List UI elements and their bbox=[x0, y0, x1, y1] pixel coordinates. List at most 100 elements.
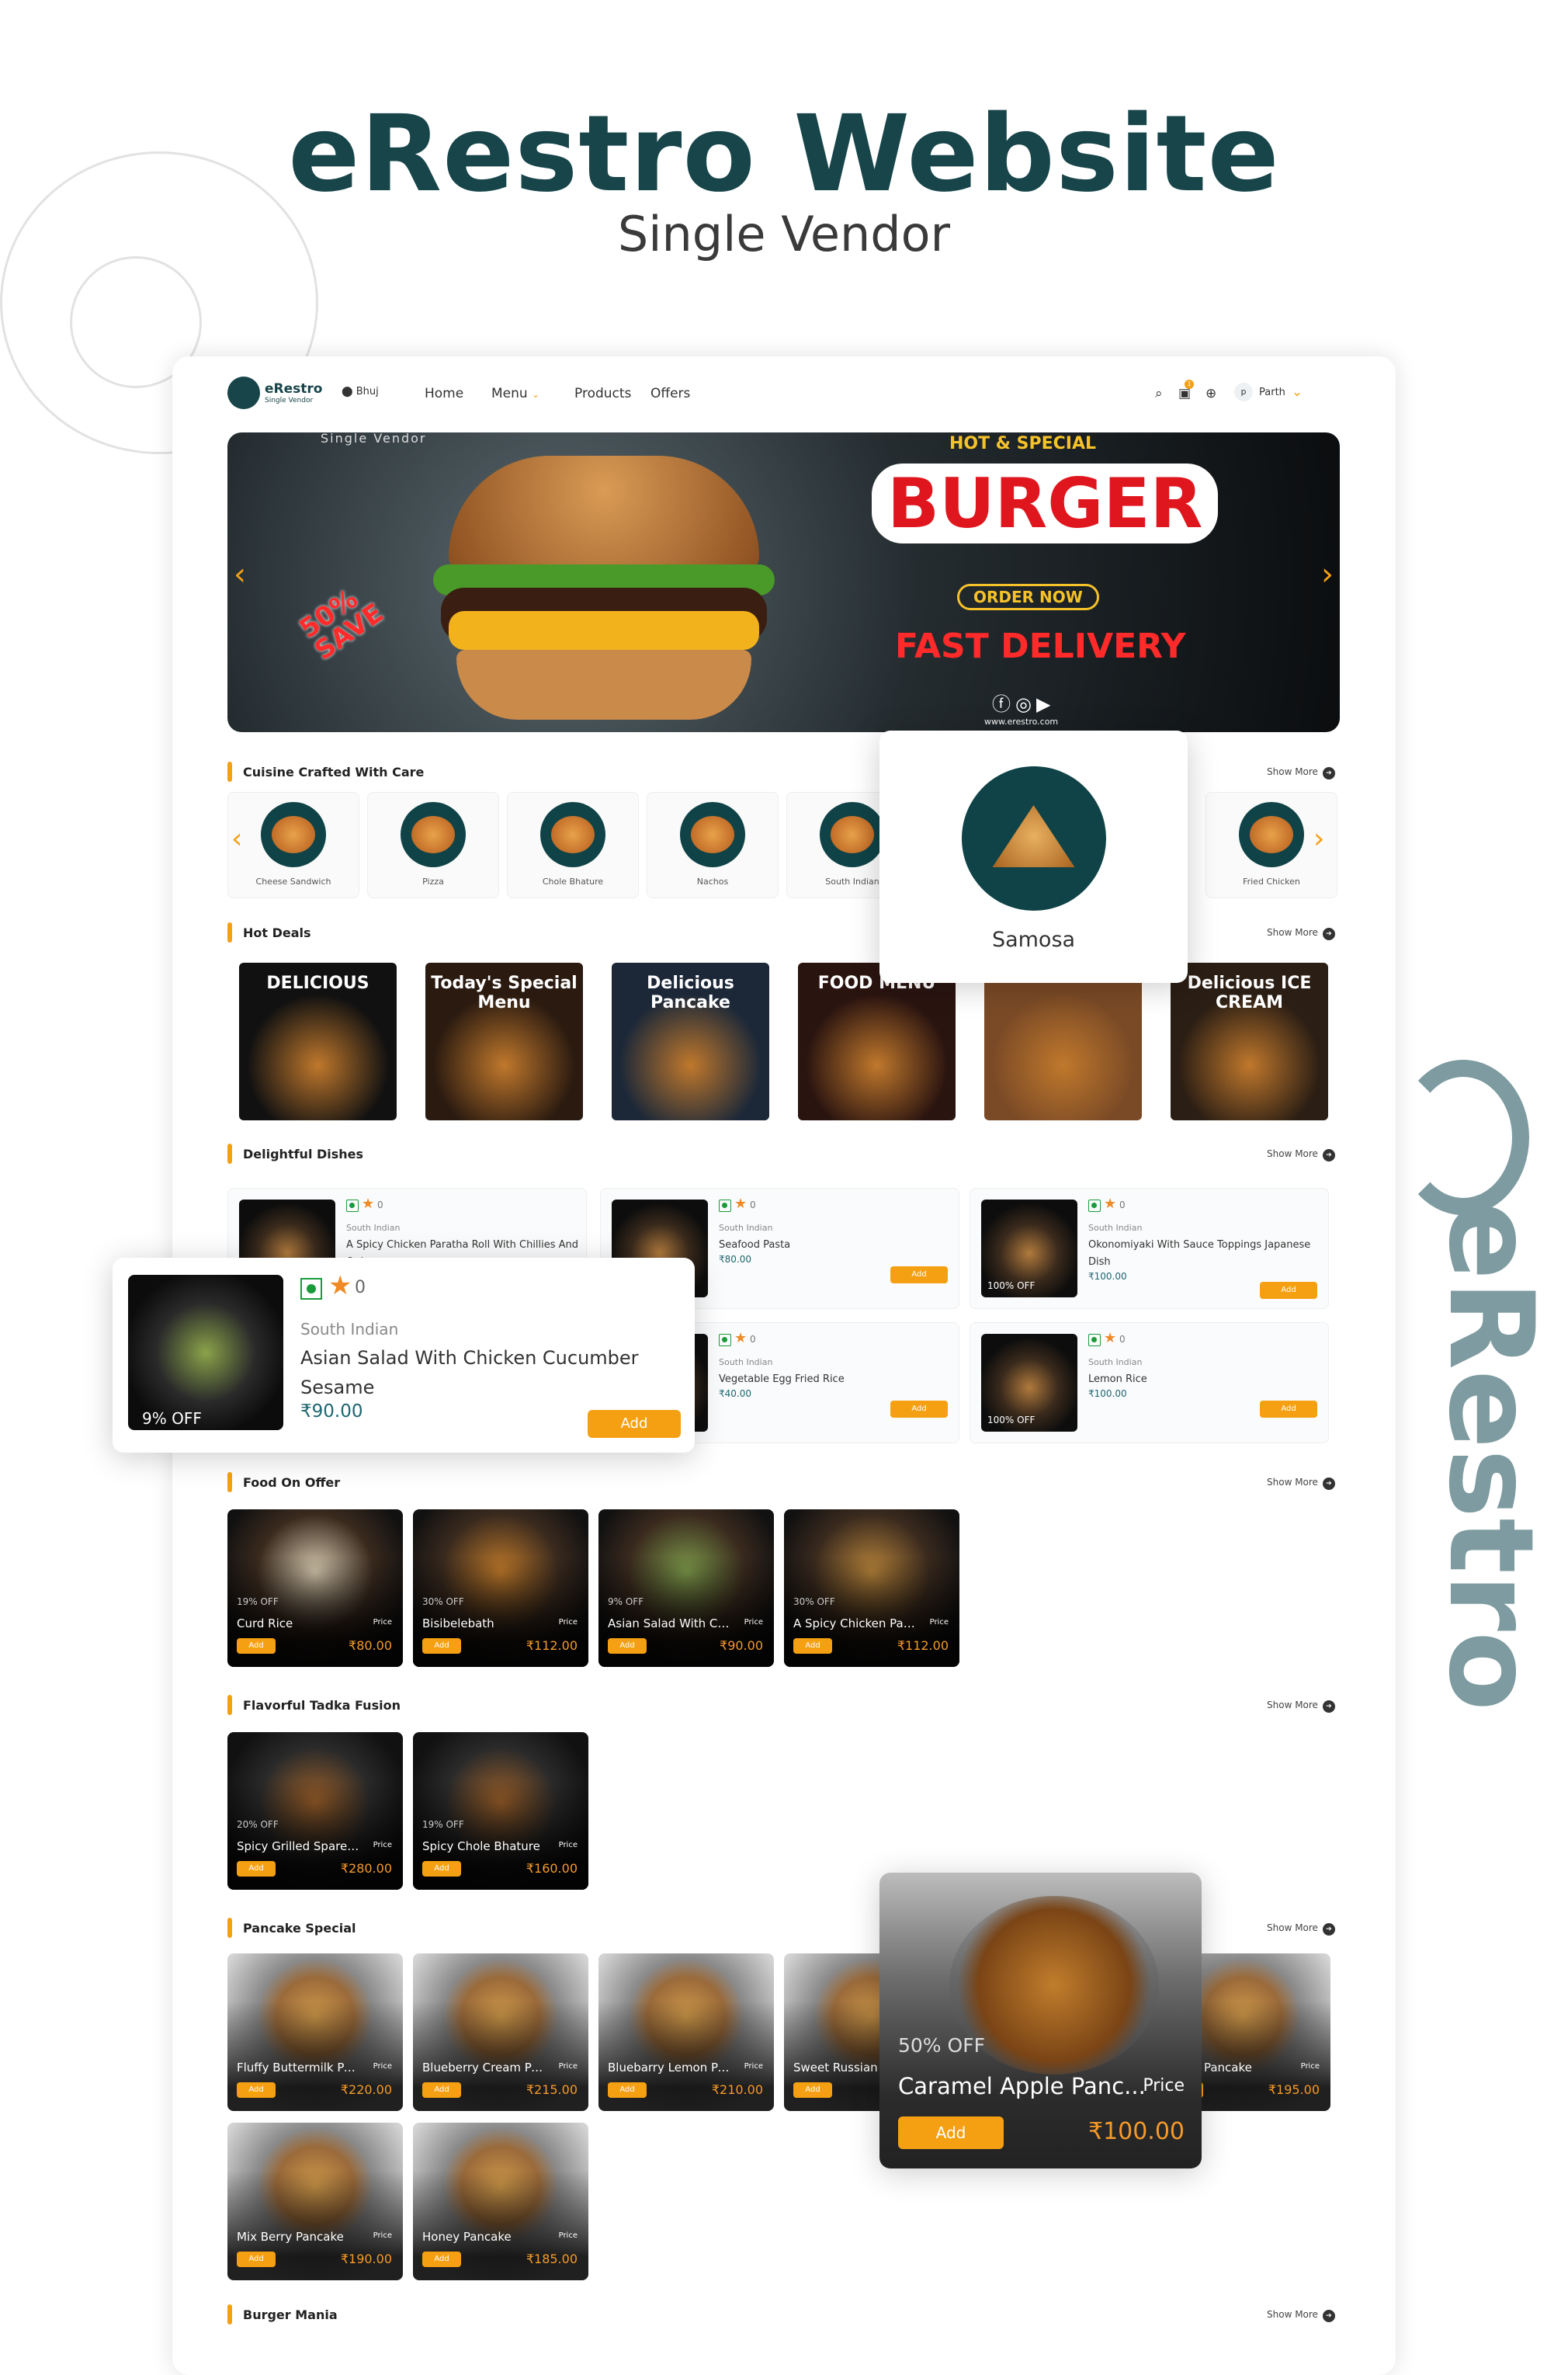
pancake-popup[interactable]: 50% OFF Caramel Apple Panc... Price Add … bbox=[879, 1873, 1202, 2168]
social-icons: ⓕ◎▶ bbox=[992, 693, 1056, 715]
nav-home[interactable]: Home bbox=[425, 386, 463, 401]
banner-prev-arrow[interactable]: ‹ bbox=[234, 557, 246, 592]
dish-card[interactable]: 100% OFF ★ 0 South Indian Okonomiyaki Wi… bbox=[970, 1188, 1329, 1309]
nav-offers[interactable]: Offers bbox=[650, 386, 690, 401]
add-button[interactable]: Add bbox=[890, 1266, 948, 1283]
category-card[interactable]: Pizza bbox=[367, 792, 499, 898]
dish-popup[interactable]: 9% OFF ★ 0 South Indian Asian Salad With… bbox=[113, 1258, 695, 1453]
banner-next-arrow[interactable]: › bbox=[1321, 557, 1334, 592]
show-more-burger[interactable]: Show More bbox=[1267, 2309, 1335, 2322]
hot-deal-banner[interactable]: Delicious Pancake bbox=[612, 963, 769, 1120]
category-label: Fried Chicken bbox=[1243, 877, 1300, 887]
add-button[interactable]: Add bbox=[422, 1638, 461, 1654]
category-image bbox=[401, 802, 466, 867]
dish-popup-add-button[interactable]: Add bbox=[588, 1410, 681, 1438]
food-tile[interactable]: 20% OFF Spicy Grilled Spare R... Price A… bbox=[227, 1732, 403, 1890]
add-button[interactable]: Add bbox=[793, 1638, 832, 1654]
hot-deal-banner[interactable] bbox=[984, 963, 1142, 1120]
add-button[interactable]: Add bbox=[422, 2252, 461, 2267]
pancake-tile[interactable]: Bluebarry Lemon Pa... Price Add ₹210.00 bbox=[598, 1953, 774, 2111]
category-next-arrow[interactable]: › bbox=[1313, 823, 1324, 855]
samosa-image bbox=[961, 766, 1106, 911]
food-tile[interactable]: 30% OFF Bisibelebath Price Add ₹112.00 bbox=[413, 1509, 588, 1667]
cart-badge: 1 bbox=[1185, 380, 1194, 389]
hero-banner[interactable]: Single Vendor 50% SAVE HOT & SPECIAL BUR… bbox=[227, 432, 1340, 732]
banner-tagline: FAST DELIVERY bbox=[895, 627, 1186, 666]
food-tile[interactable]: 9% OFF Asian Salad With Chi... Price Add… bbox=[598, 1509, 774, 1667]
add-button[interactable]: Add bbox=[422, 1861, 461, 1877]
show-more-pancake[interactable]: Show More bbox=[1267, 1922, 1335, 1936]
add-button[interactable]: Add bbox=[793, 2082, 832, 2098]
price-label: Price bbox=[558, 1841, 578, 1849]
show-more-cuisine[interactable]: Show More bbox=[1267, 766, 1335, 780]
category-label: Cheese Sandwich bbox=[255, 877, 331, 887]
food-tile[interactable]: 19% OFF Curd Rice Price Add ₹80.00 bbox=[227, 1509, 403, 1667]
pancake-tile[interactable]: Mix Berry Pancake Price Add ₹190.00 bbox=[227, 2123, 403, 2280]
pancake-popup-name: Caramel Apple Panc... bbox=[898, 2073, 1146, 2099]
add-button[interactable]: Add bbox=[608, 2082, 647, 2098]
pancake-tile[interactable]: Honey Pancake Price Add ₹185.00 bbox=[413, 2123, 588, 2280]
cart-icon[interactable]: ▣ 1 bbox=[1178, 380, 1194, 401]
hot-deal-banner[interactable]: FOOD MENU bbox=[798, 963, 956, 1120]
search-icon[interactable]: ⌕ bbox=[1155, 386, 1163, 401]
add-button[interactable]: Add bbox=[1260, 1401, 1317, 1418]
dish-popup-cuisine: South Indian bbox=[300, 1320, 399, 1339]
add-button[interactable]: Add bbox=[237, 1638, 276, 1654]
category-card[interactable]: Cheese Sandwich bbox=[227, 792, 359, 898]
add-button[interactable]: Add bbox=[890, 1401, 948, 1418]
location-selector[interactable]: ⬤ Bhuj bbox=[342, 386, 379, 398]
show-more-dishes[interactable]: Show More bbox=[1267, 1148, 1335, 1161]
nav-menu[interactable]: Menu ⌄ bbox=[491, 386, 539, 401]
add-button[interactable]: Add bbox=[237, 2252, 276, 2267]
add-button[interactable]: Add bbox=[237, 2082, 276, 2098]
pancake-name: Fluffy Buttermilk Pa... bbox=[237, 2061, 361, 2075]
pancake-price: ₹195.00 bbox=[1268, 2082, 1320, 2097]
category-popup-label: Samosa bbox=[991, 928, 1076, 952]
order-now-button[interactable]: ORDER NOW bbox=[957, 584, 1099, 610]
veg-icon bbox=[346, 1200, 359, 1212]
dish-discount: 100% OFF bbox=[987, 1280, 1036, 1291]
category-card[interactable]: Chole Bhature bbox=[507, 792, 639, 898]
hot-deal-banner[interactable]: Today's Special Menu bbox=[425, 963, 583, 1120]
add-button[interactable]: Add bbox=[608, 1638, 647, 1654]
dish-card[interactable]: 100% OFF ★ 0 South Indian Lemon Rice ₹10… bbox=[970, 1322, 1329, 1443]
show-more-offer[interactable]: Show More bbox=[1267, 1477, 1335, 1490]
hot-deal-banner[interactable]: Delicious ICE CREAM bbox=[1171, 963, 1328, 1120]
pancake-popup-discount: 50% OFF bbox=[898, 2034, 985, 2057]
logo[interactable]: eRestro Single Vendor bbox=[227, 377, 322, 409]
banner-hot-special: HOT & SPECIAL bbox=[949, 434, 1096, 453]
price-label: Price bbox=[1300, 2062, 1320, 2071]
banner-url: www.erestro.com bbox=[984, 717, 1059, 727]
category-card[interactable]: Nachos bbox=[647, 792, 779, 898]
veg-icon bbox=[1088, 1200, 1101, 1212]
hot-deal-banner[interactable]: DELICIOUS bbox=[239, 963, 397, 1120]
food-name: Curd Rice bbox=[237, 1616, 293, 1630]
food-discount: 9% OFF bbox=[608, 1596, 644, 1607]
pancake-price: ₹220.00 bbox=[340, 2082, 392, 2097]
pancake-tile[interactable]: Blueberry Cream Pa... Price Add ₹215.00 bbox=[413, 1953, 588, 2111]
globe-icon[interactable]: ⊕ bbox=[1205, 386, 1216, 401]
user-menu[interactable]: p Parth ⌄ bbox=[1234, 383, 1303, 401]
show-more-hot[interactable]: Show More bbox=[1267, 927, 1335, 940]
add-button[interactable]: Add bbox=[237, 1861, 276, 1877]
add-button[interactable]: Add bbox=[422, 2082, 461, 2098]
star-icon: ★ bbox=[734, 1330, 748, 1346]
dish-discount: 100% OFF bbox=[987, 1415, 1036, 1425]
dish-rating: 0 bbox=[1119, 1200, 1126, 1210]
category-prev-arrow[interactable]: ‹ bbox=[231, 823, 242, 855]
dish-cuisine: South Indian bbox=[719, 1357, 773, 1367]
category-image bbox=[680, 802, 745, 867]
food-price: ₹80.00 bbox=[349, 1638, 392, 1653]
section-title-tadka: Flavorful Tadka Fusion bbox=[227, 1695, 401, 1715]
food-tile[interactable]: 19% OFF Spicy Chole Bhature Price Add ₹1… bbox=[413, 1732, 588, 1890]
show-more-tadka[interactable]: Show More bbox=[1267, 1700, 1335, 1713]
pancake-tile[interactable]: Fluffy Buttermilk Pa... Price Add ₹220.0… bbox=[227, 1953, 403, 2111]
category-popup[interactable]: Samosa bbox=[879, 731, 1188, 983]
category-image bbox=[820, 802, 885, 867]
add-button[interactable]: Add bbox=[1260, 1282, 1317, 1299]
food-tile[interactable]: 30% OFF A Spicy Chicken Para... Price Ad… bbox=[784, 1509, 959, 1667]
nav-products[interactable]: Products bbox=[574, 386, 631, 401]
pancake-popup-add-button[interactable]: Add bbox=[898, 2116, 1004, 2149]
user-name: Parth bbox=[1259, 386, 1285, 398]
veg-icon bbox=[719, 1334, 731, 1346]
